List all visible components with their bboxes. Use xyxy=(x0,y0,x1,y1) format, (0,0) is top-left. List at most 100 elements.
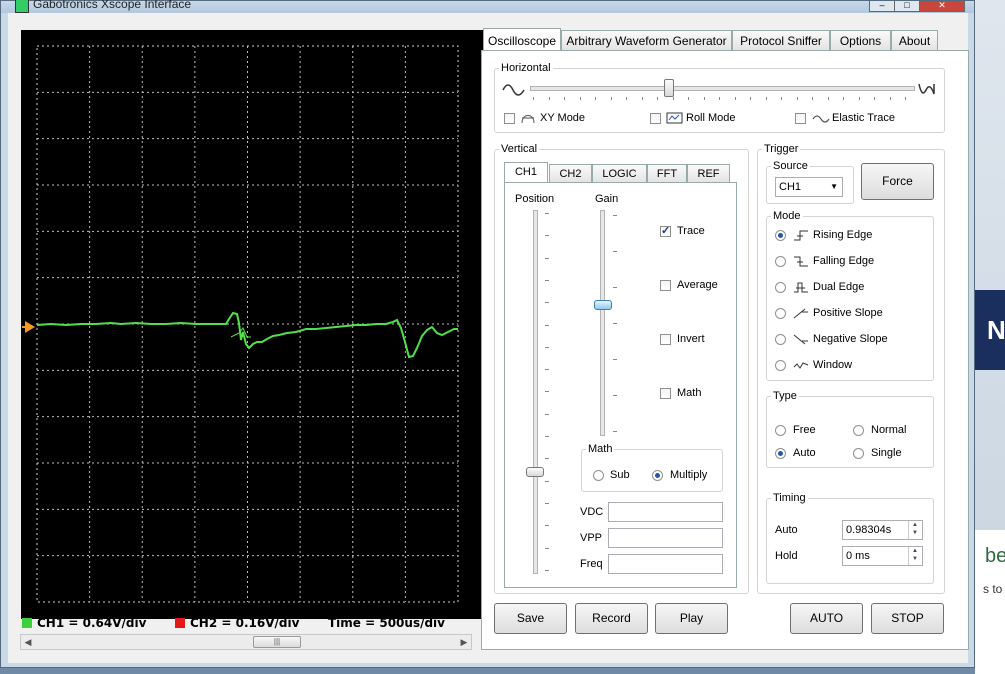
xy-mode-label: XY Mode xyxy=(540,112,586,124)
mode-radio-positive-slope[interactable] xyxy=(775,308,786,319)
tab-arbitrary-waveform-generator[interactable]: Arbitrary Waveform Generator xyxy=(561,30,732,50)
slider-tick xyxy=(533,97,534,100)
auto-timing-spin-arrows-icon[interactable]: ▲ ▼ xyxy=(908,521,921,539)
sub-radio[interactable] xyxy=(593,470,604,481)
stop-button[interactable]: STOP xyxy=(871,603,944,634)
maximize-button[interactable]: □ xyxy=(894,1,920,12)
vdc-field[interactable] xyxy=(608,502,723,522)
mode-group-label: Mode xyxy=(771,210,803,222)
normal-radio[interactable] xyxy=(853,425,864,436)
slider-tick xyxy=(613,215,617,216)
mode-label-dual-edge: Dual Edge xyxy=(813,281,865,293)
desktop-webpage: be s to xyxy=(975,530,1005,674)
gain-slider-thumb[interactable] xyxy=(594,300,612,311)
slider-tick xyxy=(796,97,798,100)
slider-tick xyxy=(564,97,565,100)
tab-ch1[interactable]: CH1 xyxy=(504,162,548,183)
scroll-left-arrow-icon[interactable]: ◀ xyxy=(21,636,35,648)
slider-tick xyxy=(812,97,813,100)
slider-tick xyxy=(545,324,549,326)
save-button[interactable]: Save xyxy=(494,603,567,634)
gain-label: Gain xyxy=(595,193,619,205)
horizontal-time-slider[interactable] xyxy=(530,86,915,91)
record-button[interactable]: Record xyxy=(575,603,648,634)
slider-tick xyxy=(545,391,549,393)
auto-radio[interactable] xyxy=(775,448,786,459)
type-group xyxy=(766,396,934,468)
mode-label-positive-slope: Positive Slope xyxy=(813,307,883,319)
multiply-radio[interactable] xyxy=(652,470,663,481)
source-selected-value: CH1 xyxy=(779,181,802,193)
slider-tick xyxy=(545,369,549,371)
free-label: Free xyxy=(793,424,816,436)
horizontal-scrollbar[interactable]: ◀ ||| ▶ xyxy=(20,634,472,650)
source-select[interactable]: CH1 ▼ xyxy=(775,177,843,197)
tab-fft[interactable]: FFT xyxy=(647,164,687,183)
mode-radio-window[interactable] xyxy=(775,360,786,371)
mode-label-window: Window xyxy=(813,359,853,371)
mode-radio-rising-edge[interactable] xyxy=(775,230,786,241)
slider-tick xyxy=(545,413,549,415)
invert-label: Invert xyxy=(677,333,705,345)
hold-spinbox[interactable]: 0 ms ▲ ▼ xyxy=(842,546,923,566)
slider-tick xyxy=(545,458,549,460)
slider-tick xyxy=(613,431,617,432)
scrollbar-thumb[interactable]: ||| xyxy=(253,636,301,648)
minimize-button[interactable]: – xyxy=(869,1,895,12)
gain-slider[interactable] xyxy=(600,210,605,436)
slider-tick xyxy=(889,97,891,100)
trace-checkbox[interactable] xyxy=(660,224,671,237)
mode-radio-negative-slope[interactable] xyxy=(775,334,786,345)
app-icon xyxy=(15,0,29,13)
force-button[interactable]: Force xyxy=(861,163,934,200)
tab-oscilloscope[interactable]: Oscilloscope xyxy=(483,28,561,50)
trigger-level-marker-icon[interactable] xyxy=(25,321,35,333)
single-radio[interactable] xyxy=(853,448,864,459)
auto-button[interactable]: AUTO xyxy=(790,603,863,634)
play-button[interactable]: Play xyxy=(655,603,728,634)
roll-mode-icon xyxy=(666,112,683,124)
elastic-trace-checkbox[interactable] xyxy=(795,113,806,124)
tab-options[interactable]: Options xyxy=(830,30,891,50)
trace-label: Trace xyxy=(677,225,705,237)
auto-timing-spinbox[interactable]: 0.98304s ▲ ▼ xyxy=(842,520,923,540)
ch1-color-swatch xyxy=(22,618,32,628)
slider-tick xyxy=(613,395,617,396)
slider-tick xyxy=(579,97,581,100)
scope-screen xyxy=(21,30,484,619)
hold-spin-arrows-icon[interactable]: ▲ ▼ xyxy=(908,547,921,565)
vertical-channel-tabs: CH1 CH2 LOGIC FFT REF xyxy=(504,162,730,183)
free-radio[interactable] xyxy=(775,425,786,436)
slider-tick xyxy=(703,97,705,100)
positive-slope-icon xyxy=(793,307,809,319)
tab-about[interactable]: About xyxy=(891,30,938,50)
mode-radio-falling-edge[interactable] xyxy=(775,256,786,267)
average-checkbox[interactable] xyxy=(660,280,671,291)
scroll-right-arrow-icon[interactable]: ▶ xyxy=(457,636,471,648)
slider-tick xyxy=(613,323,617,324)
xy-mode-checkbox[interactable] xyxy=(504,113,515,124)
tab-ch2[interactable]: CH2 xyxy=(549,164,592,183)
tab-logic[interactable]: LOGIC xyxy=(592,164,647,183)
mode-radio-dual-edge[interactable] xyxy=(775,282,786,293)
desktop-logo: N xyxy=(975,290,1005,370)
slider-tick xyxy=(613,359,617,360)
slider-tick xyxy=(545,235,549,237)
ch2-color-swatch xyxy=(175,618,185,628)
math-checkbox[interactable] xyxy=(660,388,671,399)
horizontal-slider-thumb[interactable] xyxy=(664,79,675,97)
time-scale-label: Time = 500us/div xyxy=(328,616,445,632)
roll-mode-checkbox[interactable] xyxy=(650,113,661,124)
position-slider[interactable] xyxy=(533,210,538,574)
invert-checkbox[interactable] xyxy=(660,334,671,345)
close-button[interactable]: ✕ xyxy=(919,1,965,12)
math-label: Math xyxy=(677,387,702,399)
chevron-down-icon: ▼ xyxy=(830,182,838,191)
slider-tick xyxy=(545,346,549,348)
freq-field[interactable] xyxy=(608,554,723,574)
position-slider-thumb[interactable] xyxy=(526,466,544,477)
multiply-label: Multiply xyxy=(670,469,708,481)
tab-ref[interactable]: REF xyxy=(687,164,730,183)
vpp-field[interactable] xyxy=(608,528,723,548)
tab-protocol-sniffer[interactable]: Protocol Sniffer xyxy=(732,30,830,50)
